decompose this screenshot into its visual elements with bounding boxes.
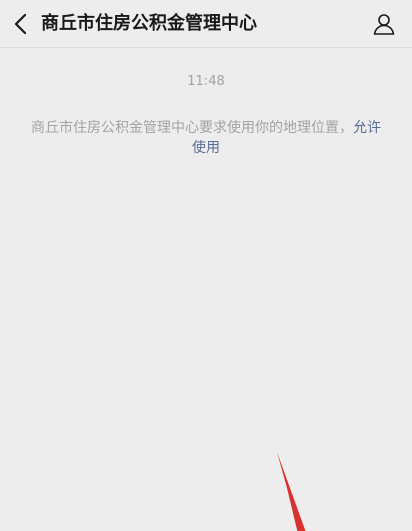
notice-text: 商丘市住房公积金管理中心要求使用你的地理位置， bbox=[31, 120, 353, 136]
person-icon bbox=[373, 14, 395, 35]
page-title: 商丘市住房公积金管理中心 bbox=[41, 13, 257, 34]
chat-header: 商丘市住房公积金管理中心 bbox=[0, 0, 412, 48]
message-timestamp: 11:48 bbox=[187, 74, 225, 89]
chat-screen: 商丘市住房公积金管理中心 11:48 商丘市住房公积金管理中心要求使用你的地理位… bbox=[0, 0, 412, 531]
back-button[interactable] bbox=[6, 6, 36, 42]
annotation-arrow bbox=[277, 452, 306, 531]
chevron-left-icon bbox=[14, 13, 27, 35]
profile-button[interactable] bbox=[370, 10, 398, 38]
location-permission-notice: 商丘市住房公积金管理中心要求使用你的地理位置，允许使用 bbox=[28, 118, 384, 158]
